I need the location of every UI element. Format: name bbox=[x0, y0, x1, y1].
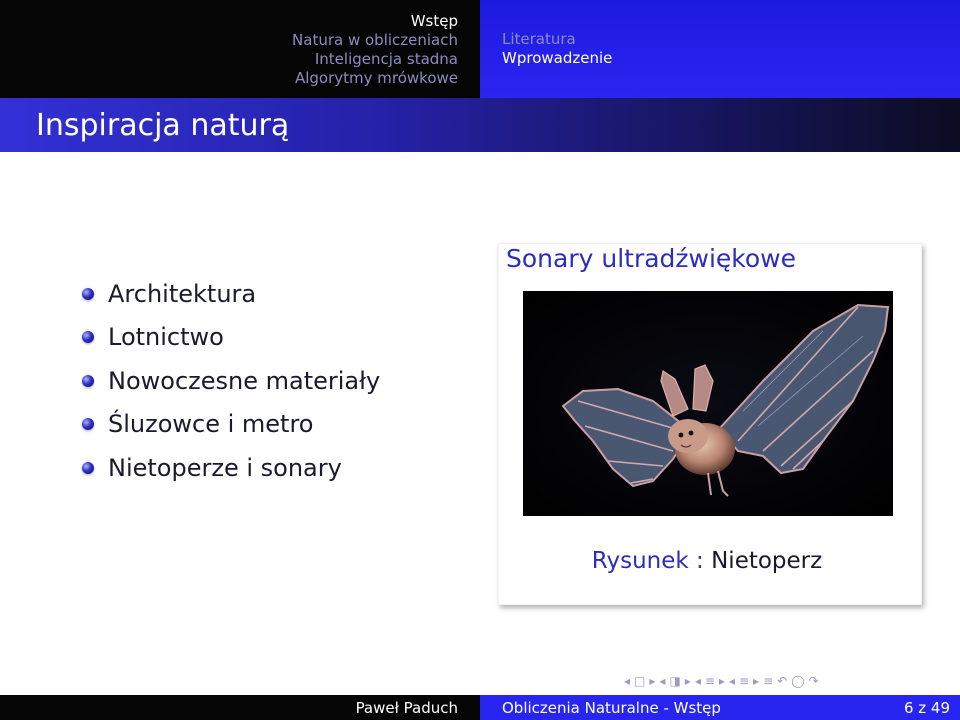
bullet-item: Lotnictwo bbox=[80, 316, 380, 360]
bullet-item: Architektura bbox=[80, 272, 380, 316]
bullet-text: Lotnictwo bbox=[108, 323, 224, 352]
figure-heading: Sonary ultradźwiękowe bbox=[506, 244, 797, 273]
section-icon[interactable]: ≡ bbox=[703, 674, 717, 688]
bat-image bbox=[523, 291, 893, 516]
nav-section-inteligencja[interactable]: Inteligencja stadna bbox=[158, 50, 458, 69]
nav-prev-doc-icon[interactable]: ◂ bbox=[727, 674, 737, 688]
bullet-text: Nowoczesne materiały bbox=[108, 366, 381, 395]
footer-author: Paweł Paduch bbox=[355, 699, 458, 717]
nav-next-section-icon[interactable]: ▸ bbox=[717, 674, 727, 688]
nav-subsection-literatura[interactable]: Literatura bbox=[502, 30, 802, 49]
bullet-icon bbox=[82, 418, 94, 431]
beamer-nav-controls: ◂ □ ▸ ◂ ◨ ▸ ◂ ≡ ▸ ◂ ≡ ▸ ≡ ↶ ◯ ↷ bbox=[622, 672, 821, 690]
search-icon[interactable]: ◯ bbox=[789, 674, 806, 688]
nav-left-list: Wstęp Natura w obliczeniach Inteligencja… bbox=[158, 12, 458, 88]
bullet-icon bbox=[82, 374, 94, 387]
doc-icon[interactable]: ≡ bbox=[737, 674, 751, 688]
caption-label: Rysunek : bbox=[591, 548, 704, 574]
frame-title: Inspiracja naturą bbox=[36, 108, 290, 143]
nav-right-list: Literatura Wprowadzenie bbox=[502, 30, 802, 68]
nav-prev-frame-icon[interactable]: ◂ bbox=[622, 674, 632, 688]
caption-text: Nietoperz bbox=[711, 548, 823, 574]
nav-section-algorytmy[interactable]: Algorytmy mrówkowe bbox=[158, 69, 458, 88]
nav-next-subsection-icon[interactable]: ▸ bbox=[683, 674, 693, 688]
footer-left: Paweł Paduch bbox=[0, 695, 480, 720]
frame-title-bar: Inspiracja naturą bbox=[0, 98, 960, 152]
outline-icon[interactable]: ≡ bbox=[761, 674, 775, 688]
nav-subsection-wprowadzenie[interactable]: Wprowadzenie bbox=[502, 49, 802, 68]
footer-page-number: 6 z 49 bbox=[903, 699, 950, 717]
subsection-icon[interactable]: ◨ bbox=[667, 674, 682, 688]
nav-right-panel: Literatura Wprowadzenie bbox=[480, 0, 960, 98]
footer-right: Obliczenia Naturalne - Wstęp 6 z 49 bbox=[480, 695, 960, 720]
bullet-icon bbox=[82, 287, 94, 300]
bullet-icon bbox=[82, 331, 94, 344]
nav-prev-section-icon[interactable]: ◂ bbox=[693, 674, 703, 688]
footer: Paweł Paduch Obliczenia Naturalne - Wstę… bbox=[0, 695, 960, 720]
footer-title: Obliczenia Naturalne - Wstęp bbox=[502, 699, 721, 717]
bullet-item: Śluzowce i metro bbox=[80, 403, 380, 447]
bullet-text: Nietoperze i sonary bbox=[108, 453, 342, 482]
bullet-list: Architektura Lotnictwo Nowoczesne materi… bbox=[80, 272, 380, 490]
nav-section-wstep[interactable]: Wstęp bbox=[158, 12, 458, 31]
figure-caption: Rysunek : Nietoperz bbox=[522, 548, 892, 574]
nav-section-natura[interactable]: Natura w obliczeniach bbox=[158, 31, 458, 50]
undo-icon[interactable]: ↶ bbox=[775, 674, 789, 688]
top-navigation: Wstęp Natura w obliczeniach Inteligencja… bbox=[0, 0, 960, 98]
bullet-text: Śluzowce i metro bbox=[108, 410, 314, 439]
bullet-text: Architektura bbox=[108, 279, 257, 308]
bullet-icon bbox=[82, 461, 94, 474]
frame-icon[interactable]: □ bbox=[632, 674, 647, 688]
bullet-item: Nietoperze i sonary bbox=[80, 446, 380, 490]
nav-next-frame-icon[interactable]: ▸ bbox=[647, 674, 657, 688]
nav-next-doc-icon[interactable]: ▸ bbox=[751, 674, 761, 688]
redo-icon[interactable]: ↷ bbox=[807, 674, 821, 688]
nav-prev-subsection-icon[interactable]: ◂ bbox=[657, 674, 667, 688]
bullet-item: Nowoczesne materiały bbox=[80, 359, 380, 403]
nav-left-panel: Wstęp Natura w obliczeniach Inteligencja… bbox=[0, 0, 480, 98]
